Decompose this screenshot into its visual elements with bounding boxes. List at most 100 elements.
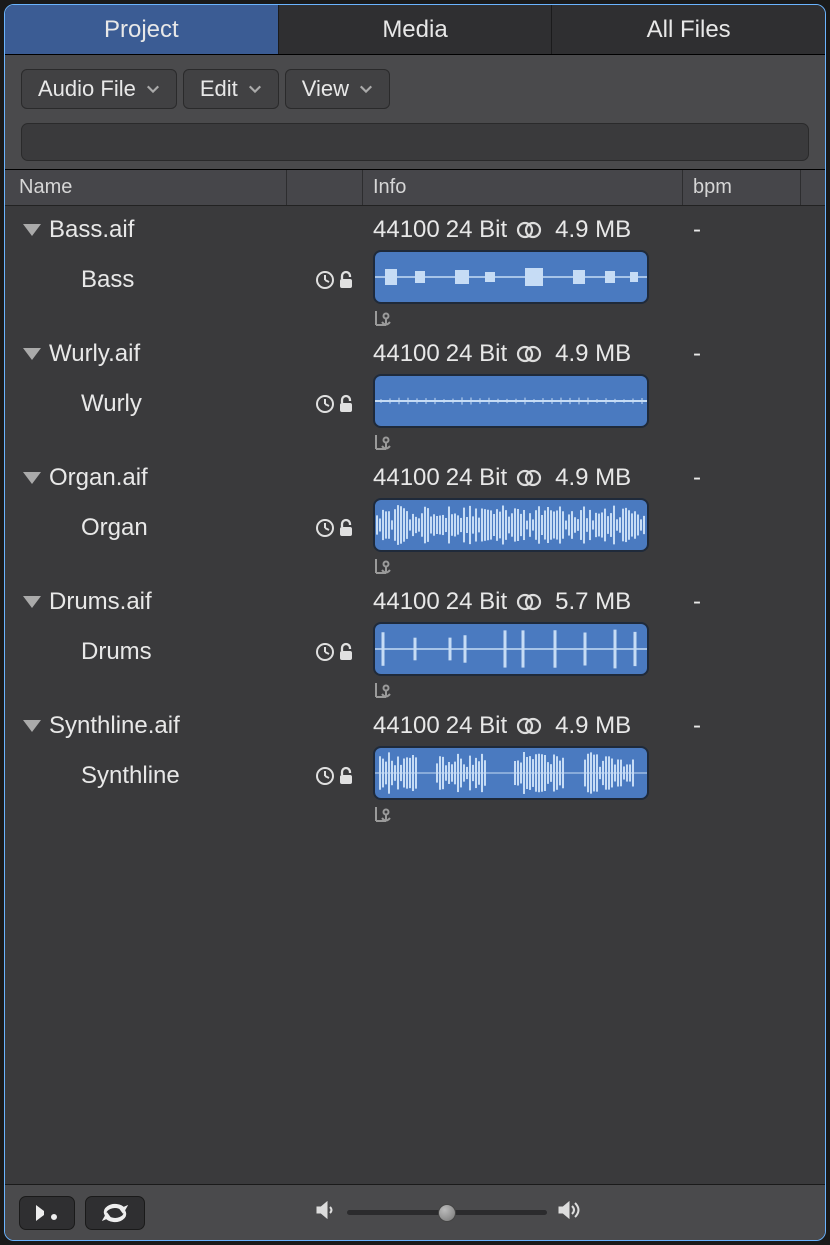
file-row[interactable]: Wurly.aif 44100 24 Bit 4.9 MB - [5,330,825,368]
volume-slider[interactable] [347,1210,547,1215]
info-sample-rate: 44100 [373,588,440,616]
info-bit-depth: 24 Bit [446,216,507,244]
region-row[interactable]: Bass [5,244,825,330]
file-row[interactable]: Synthline.aif 44100 24 Bit 4.9 MB - [5,702,825,740]
anchor-icon [373,432,683,452]
slider-thumb[interactable] [438,1204,456,1222]
waveform[interactable] [373,746,649,800]
play-icon [34,1203,60,1223]
info-bpm: - [683,464,801,492]
column-bpm[interactable]: bpm [683,170,801,205]
info-sample-rate: 44100 [373,712,440,740]
info-bpm: - [683,712,801,740]
file-list: Bass.aif 44100 24 Bit 4.9 MB - Bass [5,206,825,1184]
file-row[interactable]: Organ.aif 44100 24 Bit 4.9 MB - [5,454,825,492]
column-info[interactable]: Info [363,170,683,205]
info-size: 4.9 MB [555,216,631,244]
menu-audio-file[interactable]: Audio File [21,69,177,109]
menu-label: Audio File [38,76,136,102]
tab-all-files[interactable]: All Files [552,5,825,54]
info-bit-depth: 24 Bit [446,712,507,740]
unlock-icon [337,518,355,538]
clock-icon [315,270,335,290]
speaker-high-icon [557,1200,583,1225]
info-sample-rate: 44100 [373,340,440,368]
file-name: Bass.aif [49,216,134,244]
chevron-down-icon [359,82,373,96]
menu-label: Edit [200,76,238,102]
unlock-icon [337,394,355,414]
footer [5,1184,825,1240]
clock-icon [315,642,335,662]
table-header: Name Info bpm [5,170,825,206]
file-row[interactable]: Bass.aif 44100 24 Bit 4.9 MB - [5,206,825,244]
column-status[interactable] [287,170,363,205]
info-bit-depth: 24 Bit [446,464,507,492]
file-row[interactable]: Drums.aif 44100 24 Bit 5.7 MB - [5,578,825,616]
menu-label: View [302,76,349,102]
loop-icon [100,1203,130,1223]
region-name: Bass [81,266,134,294]
menu-view[interactable]: View [285,69,390,109]
file-name: Drums.aif [49,588,152,616]
clock-icon [315,394,335,414]
anchor-icon [373,680,683,700]
loop-button[interactable] [85,1196,145,1230]
tab-bar: Project Media All Files [5,5,825,55]
region-name: Synthline [81,762,180,790]
menu-edit[interactable]: Edit [183,69,279,109]
region-name: Wurly [81,390,142,418]
unlock-icon [337,642,355,662]
waveform[interactable] [373,374,649,428]
search-input[interactable] [21,123,809,161]
chevron-down-icon [248,82,262,96]
info-size: 4.9 MB [555,340,631,368]
disclosure-triangle-icon[interactable] [23,472,41,484]
unlock-icon [337,766,355,786]
disclosure-triangle-icon[interactable] [23,224,41,236]
stereo-icon [515,468,543,488]
info-bit-depth: 24 Bit [446,340,507,368]
region-row[interactable]: Organ [5,492,825,578]
unlock-icon [337,270,355,290]
disclosure-triangle-icon[interactable] [23,596,41,608]
info-bpm: - [683,340,801,368]
region-row[interactable]: Drums [5,616,825,702]
anchor-icon [373,556,683,576]
anchor-icon [373,308,683,328]
tab-project[interactable]: Project [5,5,279,54]
clock-icon [315,766,335,786]
stereo-icon [515,592,543,612]
audio-browser-window: Project Media All Files Audio File Edit … [4,4,826,1241]
preview-play-button[interactable] [19,1196,75,1230]
column-name[interactable]: Name [5,170,287,205]
tab-media[interactable]: Media [279,5,553,54]
info-sample-rate: 44100 [373,464,440,492]
chevron-down-icon [146,82,160,96]
info-size: 4.9 MB [555,464,631,492]
region-name: Organ [81,514,148,542]
menu-bar: Audio File Edit View [21,69,809,109]
region-name: Drums [81,638,152,666]
info-sample-rate: 44100 [373,216,440,244]
stereo-icon [515,344,543,364]
info-bpm: - [683,216,801,244]
disclosure-triangle-icon[interactable] [23,720,41,732]
region-row[interactable]: Synthline [5,740,825,826]
file-name: Synthline.aif [49,712,180,740]
info-size: 5.7 MB [555,588,631,616]
info-size: 4.9 MB [555,712,631,740]
info-bit-depth: 24 Bit [446,588,507,616]
disclosure-triangle-icon[interactable] [23,348,41,360]
region-row[interactable]: Wurly [5,368,825,454]
waveform[interactable] [373,498,649,552]
stereo-icon [515,716,543,736]
toolbar: Audio File Edit View [5,55,825,170]
waveform[interactable] [373,622,649,676]
anchor-icon [373,804,683,824]
file-name: Organ.aif [49,464,148,492]
speaker-low-icon [315,1200,337,1225]
waveform[interactable] [373,250,649,304]
stereo-icon [515,220,543,240]
clock-icon [315,518,335,538]
